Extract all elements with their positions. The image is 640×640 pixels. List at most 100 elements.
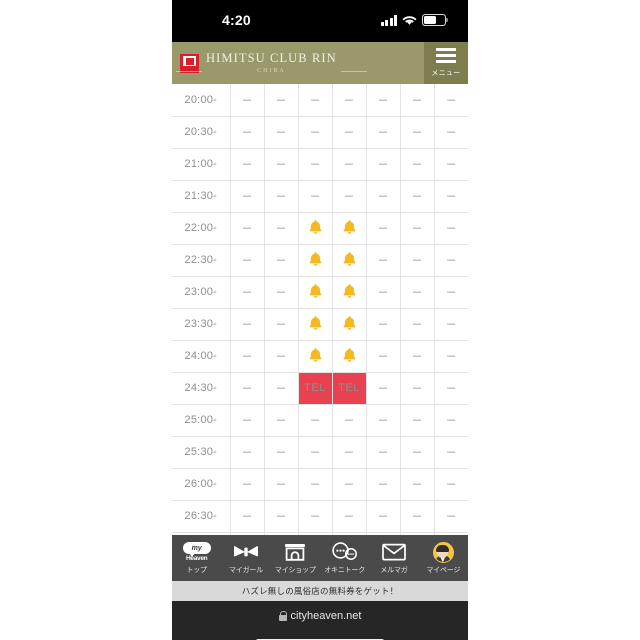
schedule-cell-empty: －	[264, 500, 299, 533]
table-row: 23:00- －－－－－	[172, 276, 468, 309]
table-row: 22:30- －－－－－	[172, 244, 468, 277]
schedule-cell-empty: －	[298, 436, 333, 469]
schedule-cell-empty: －	[332, 116, 367, 149]
schedule-cell-empty: －	[230, 84, 265, 117]
schedule-cell-empty: －	[332, 84, 367, 117]
bell-icon	[342, 315, 357, 331]
bell-icon	[308, 219, 323, 235]
schedule-table-container[interactable]: 20:00- －－－－－－－ 20:30- －－－－－－－ 21:00- －－－－－－－ 2…	[172, 84, 468, 535]
schedule-cell-empty: －	[298, 116, 333, 149]
status-bar-clock: 4:20	[222, 12, 251, 28]
schedule-cell-empty: －	[434, 308, 468, 341]
schedule-cell-empty: －	[366, 468, 401, 501]
schedule-cell-empty: －	[400, 244, 435, 277]
schedule-cell-available[interactable]	[298, 244, 333, 277]
schedule-cell-available[interactable]	[298, 276, 333, 309]
menu-button[interactable]: メニュー	[424, 42, 468, 84]
schedule-cell-empty: －	[400, 212, 435, 245]
schedule-time-label: 26:00-	[172, 468, 231, 501]
schedule-cell-empty: －	[434, 148, 468, 181]
schedule-cell-empty: －	[400, 276, 435, 309]
schedule-cell-empty: －	[366, 308, 401, 341]
table-row: 25:30- －－－－－－－	[172, 436, 468, 469]
table-row: 20:30- －－－－－－－	[172, 116, 468, 149]
table-row: 24:30- －－ TEL TEL －－－	[172, 372, 468, 405]
browser-url-bar[interactable]: cityheaven.net	[172, 601, 468, 631]
nav-item-mailmagazine[interactable]: メルマガ	[369, 535, 418, 581]
my-heaven-logo-icon: my Heaven	[182, 541, 212, 563]
schedule-cell-empty: －	[366, 116, 401, 149]
schedule-cell-tel[interactable]: TEL	[298, 372, 333, 405]
schedule-cell-empty: －	[434, 372, 468, 405]
schedule-cell-empty: －	[366, 404, 401, 437]
nav-item-top[interactable]: my Heaven トップ	[172, 535, 221, 581]
schedule-cell-available[interactable]	[332, 308, 367, 341]
schedule-cell-empty: －	[230, 148, 265, 181]
bottom-navigation-bar: my Heaven トップ マイガール マイショップ オキニトーク メルマガ マ…	[172, 535, 468, 581]
schedule-cell-empty: －	[366, 244, 401, 277]
nav-item-my-page[interactable]: マイページ	[419, 535, 468, 581]
schedule-cell-available[interactable]	[332, 340, 367, 373]
nav-item-my-shop[interactable]: マイショップ	[271, 535, 320, 581]
schedule-table: 20:00- －－－－－－－ 20:30- －－－－－－－ 21:00- －－－－－－－ 2…	[172, 84, 468, 535]
schedule-time-label: 21:00-	[172, 148, 231, 181]
schedule-cell-available[interactable]	[298, 340, 333, 373]
schedule-cell-empty: －	[434, 468, 468, 501]
schedule-cell-empty: －	[366, 212, 401, 245]
schedule-cell-empty: －	[434, 436, 468, 469]
schedule-cell-empty: －	[434, 276, 468, 309]
table-row: 23:30- －－－－－	[172, 308, 468, 341]
schedule-cell-empty: －	[400, 148, 435, 181]
schedule-cell-empty: －	[434, 212, 468, 245]
schedule-cell-empty: －	[400, 500, 435, 533]
schedule-cell-empty: －	[264, 148, 299, 181]
schedule-cell-empty: －	[332, 468, 367, 501]
schedule-cell-tel[interactable]: TEL	[332, 372, 367, 405]
schedule-cell-empty: －	[400, 436, 435, 469]
nav-label-mailmagazine: メルマガ	[380, 567, 408, 574]
schedule-cell-empty: －	[298, 180, 333, 213]
schedule-cell-empty: －	[434, 404, 468, 437]
schedule-time-label: 23:00-	[172, 276, 231, 309]
schedule-cell-empty: －	[264, 116, 299, 149]
bell-icon	[342, 219, 357, 235]
schedule-cell-empty: －	[366, 276, 401, 309]
schedule-cell-empty: －	[366, 500, 401, 533]
site-logo[interactable]: HIMITSU CLUB RIN CHIBA	[172, 51, 367, 74]
schedule-cell-empty: －	[264, 404, 299, 437]
shop-storefront-icon	[284, 541, 306, 563]
schedule-cell-available[interactable]	[332, 276, 367, 309]
schedule-cell-empty: －	[434, 500, 468, 533]
site-logo-text: HIMITSU CLUB RIN CHIBA	[176, 51, 367, 74]
table-row: 21:00- －－－－－－－	[172, 148, 468, 181]
nav-label-my-shop: マイショップ	[274, 567, 316, 574]
schedule-cell-empty: －	[298, 404, 333, 437]
schedule-cell-empty: －	[332, 436, 367, 469]
schedule-cell-empty: －	[366, 148, 401, 181]
schedule-cell-empty: －	[230, 468, 265, 501]
schedule-cell-available[interactable]	[298, 308, 333, 341]
schedule-cell-empty: －	[434, 244, 468, 277]
schedule-cell-empty: －	[400, 116, 435, 149]
table-row: 20:00- －－－－－－－	[172, 84, 468, 117]
bell-icon	[342, 347, 357, 363]
bell-icon	[342, 251, 357, 267]
user-avatar-icon	[432, 541, 454, 563]
schedule-cell-available[interactable]	[332, 212, 367, 245]
schedule-cell-empty: －	[400, 308, 435, 341]
table-row: 26:30- －－－－－－－	[172, 500, 468, 533]
nav-label-my-girl: マイガール	[228, 567, 263, 574]
schedule-cell-available[interactable]	[332, 244, 367, 277]
nav-item-okini-talk[interactable]: オキニトーク	[320, 535, 369, 581]
schedule-cell-empty: －	[230, 244, 265, 277]
status-bar-indicators	[380, 12, 449, 26]
schedule-cell-empty: －	[230, 372, 265, 405]
schedule-cell-empty: －	[230, 308, 265, 341]
ad-banner[interactable]: ハズレ無しの風俗店の無料券をゲット！	[172, 581, 468, 601]
nav-item-my-girl[interactable]: マイガール	[221, 535, 270, 581]
schedule-time-label: 25:00-	[172, 404, 231, 437]
schedule-cell-available[interactable]	[298, 212, 333, 245]
menu-button-label: メニュー	[431, 70, 461, 77]
schedule-cell-empty: －	[230, 436, 265, 469]
site-title: HIMITSU CLUB RIN	[206, 51, 337, 66]
